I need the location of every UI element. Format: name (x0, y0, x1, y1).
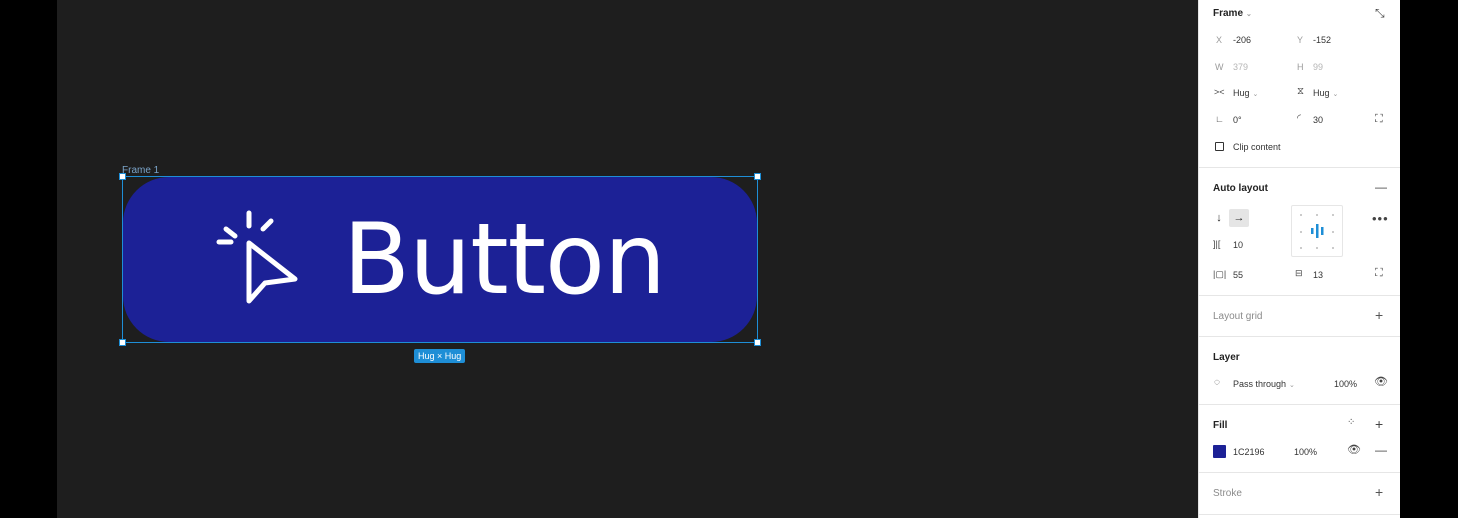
frame-section-title[interactable]: Frame ⌄ (1213, 8, 1252, 19)
resize-handle-bottom-right[interactable] (754, 339, 761, 346)
stroke-section: Stroke + (1199, 473, 1401, 515)
fill-hex-input[interactable]: 1C2196 (1233, 447, 1265, 457)
fill-section: Fill ⁘ + (1199, 405, 1401, 473)
arrow-right-icon: → (1233, 212, 1245, 224)
resize-handle-top-left[interactable] (119, 173, 126, 180)
spacing-between-icon: ]|[ (1213, 239, 1221, 249)
rotation-icon: ∟ (1215, 114, 1224, 124)
x-input[interactable]: -206 (1233, 35, 1251, 45)
height-hug-dropdown[interactable]: Hug ⌄ (1313, 88, 1338, 98)
frame-title-text: Frame (1213, 8, 1244, 19)
align-dot[interactable] (1300, 214, 1302, 216)
resize-handle-top-right[interactable] (754, 173, 761, 180)
blend-mode-dropdown[interactable]: Pass through ⌄ (1233, 379, 1295, 389)
horizontal-padding-icon: |▢| (1213, 269, 1227, 279)
independent-corners-icon[interactable]: ⛶ (1375, 114, 1383, 125)
blend-mode-text: Pass through (1233, 379, 1287, 389)
clip-content-checkbox[interactable] (1215, 142, 1224, 151)
h-label: H (1297, 62, 1304, 72)
y-label: Y (1297, 35, 1304, 45)
direction-horizontal-button[interactable]: → (1229, 209, 1249, 227)
collapse-frame-icon[interactable]: ⤡ (1375, 7, 1385, 19)
align-dot[interactable] (1316, 247, 1318, 249)
align-dot[interactable] (1300, 231, 1302, 233)
chevron-down-icon: ⌄ (1289, 382, 1295, 389)
h-input[interactable]: 99 (1313, 62, 1323, 72)
corner-radius-icon: ◜ (1297, 113, 1301, 124)
layer-title: Layer (1213, 352, 1240, 363)
gap-input[interactable]: 10 (1233, 240, 1243, 250)
chevron-down-icon: ⌄ (1246, 11, 1252, 18)
button-frame[interactable]: Button (123, 177, 757, 342)
align-dot[interactable] (1332, 231, 1334, 233)
auto-layout-section: Auto layout — ↓ → ]|[ 10 |▢| 55 ⊟ 13 •••… (1199, 168, 1401, 296)
layer-opacity-input[interactable]: 100% (1334, 379, 1357, 389)
x-label: X (1216, 35, 1223, 45)
align-center-icon (1311, 224, 1324, 238)
add-layout-grid-icon[interactable]: + (1375, 308, 1383, 322)
stroke-title: Stroke (1213, 488, 1242, 499)
auto-layout-title: Auto layout (1213, 183, 1268, 194)
width-hug-dropdown[interactable]: Hug ⌄ (1233, 88, 1258, 98)
vertical-padding-input[interactable]: 13 (1313, 270, 1323, 280)
corner-radius-input[interactable]: 30 (1313, 115, 1323, 125)
fill-color-swatch[interactable] (1213, 445, 1226, 458)
w-label: W (1215, 62, 1224, 72)
remove-fill-icon[interactable]: — (1375, 444, 1387, 456)
horizontal-resize-icon: >< (1214, 87, 1225, 97)
resize-handle-bottom-left[interactable] (119, 339, 126, 346)
hug-size-badge: Hug × Hug (414, 349, 466, 363)
style-library-icon[interactable]: ⁘ (1347, 418, 1355, 428)
layout-grid-section: Layout grid + (1199, 296, 1401, 337)
window-edge (1400, 0, 1458, 518)
fill-opacity-input[interactable]: 100% (1294, 447, 1317, 457)
add-stroke-icon[interactable]: + (1375, 485, 1383, 499)
align-dot[interactable] (1332, 214, 1334, 216)
w-input[interactable]: 379 (1233, 62, 1248, 72)
eye-icon[interactable]: 👁 (1374, 377, 1388, 388)
align-dot[interactable] (1300, 247, 1302, 249)
remove-auto-layout-icon[interactable]: — (1375, 181, 1387, 193)
fill-title: Fill (1213, 420, 1228, 431)
chevron-down-icon: ⌄ (1332, 91, 1339, 98)
alignment-grid[interactable] (1291, 205, 1343, 257)
frame-section: Frame ⌄ ⤡ X -206 Y -152 W 379 H 99 >< Hug… (1199, 0, 1401, 168)
button-label: Button (342, 202, 666, 317)
more-options-icon[interactable]: ••• (1372, 212, 1389, 225)
individual-padding-icon[interactable]: ⛶ (1375, 268, 1383, 279)
height-hug-text: Hug (1313, 88, 1330, 98)
chevron-down-icon: ⌄ (1252, 91, 1259, 98)
rotation-input[interactable]: 0° (1233, 115, 1242, 125)
blend-mode-icon: ◌ (1214, 377, 1220, 388)
y-input[interactable]: -152 (1313, 35, 1331, 45)
eye-icon[interactable]: 👁 (1347, 445, 1361, 456)
horizontal-padding-input[interactable]: 55 (1233, 270, 1243, 280)
cursor-click-icon (215, 209, 301, 310)
align-dot[interactable] (1316, 214, 1318, 216)
align-dot[interactable] (1332, 247, 1334, 249)
layer-section: Layer ◌ Pass through ⌄ 100% 👁 (1199, 337, 1401, 405)
design-properties-panel: Frame ⌄ ⤡ X -206 Y -152 W 379 H 99 >< Hug… (1198, 0, 1401, 518)
frame-name-label[interactable]: Frame 1 (122, 165, 159, 176)
design-canvas[interactable]: Frame 1 Button Hug × Hug (57, 0, 1198, 518)
arrow-down-icon: ↓ (1216, 212, 1222, 224)
add-fill-icon[interactable]: + (1375, 417, 1383, 431)
clip-content-label[interactable]: Clip content (1233, 142, 1281, 152)
layout-grid-title: Layout grid (1213, 311, 1263, 322)
vertical-padding-icon: ⊟ (1295, 268, 1303, 278)
width-hug-text: Hug (1233, 88, 1250, 98)
direction-vertical-button[interactable]: ↓ (1209, 209, 1229, 227)
vertical-resize-icon: ⧖ (1297, 86, 1305, 97)
